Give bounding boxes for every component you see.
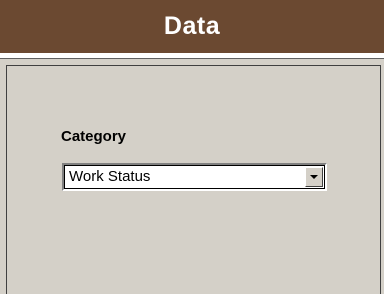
page-title: Data	[163, 12, 221, 40]
category-dropdown-button[interactable]	[305, 167, 323, 187]
content-frame: Category Work Status	[6, 65, 381, 294]
content-panel: Category Work Status	[0, 58, 384, 294]
data-panel-window: Data Category Work Status	[0, 0, 384, 294]
category-select-value: Work Status	[69, 168, 151, 185]
chevron-down-icon	[310, 175, 318, 179]
category-label: Category	[61, 128, 127, 145]
category-select[interactable]: Work Status	[62, 163, 327, 191]
header-bar: Data	[0, 0, 384, 53]
